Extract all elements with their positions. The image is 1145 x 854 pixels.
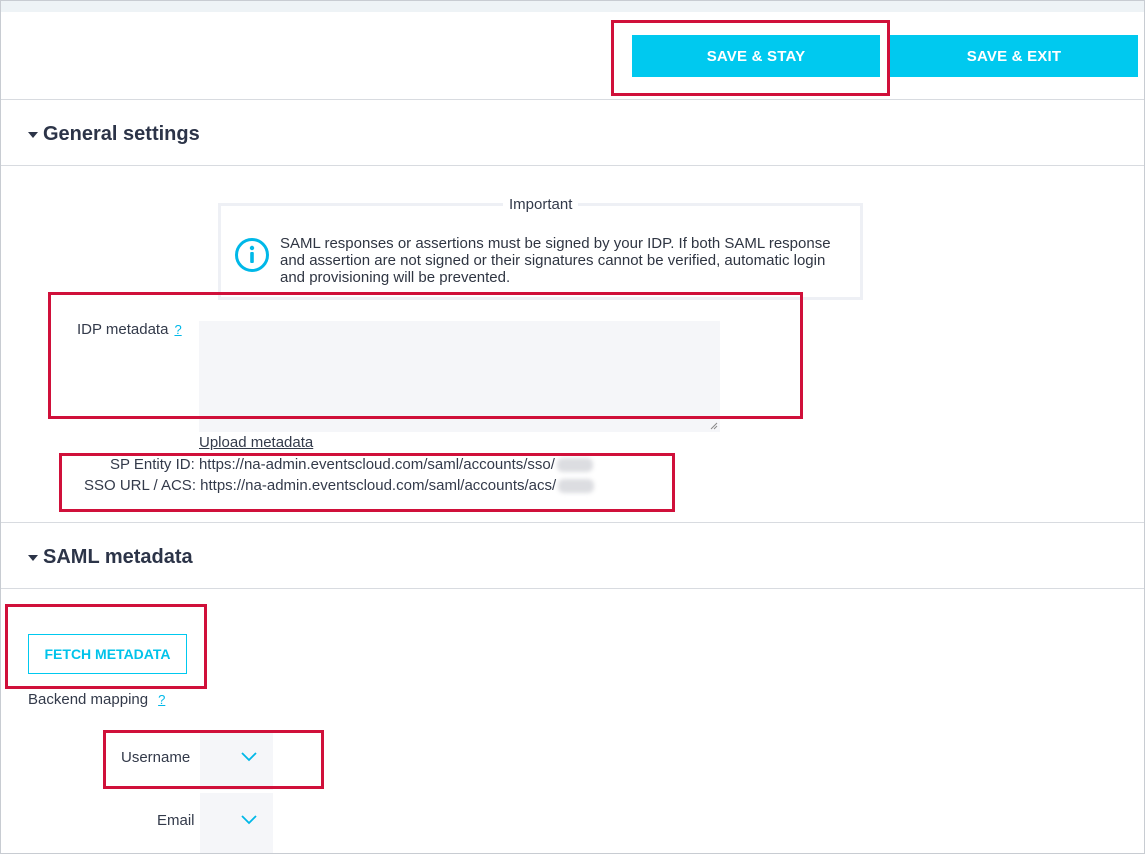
caret-down-icon	[28, 554, 38, 561]
upload-metadata-link[interactable]: Upload metadata	[199, 434, 313, 451]
redacted-id	[556, 458, 593, 473]
sp-entity-row: SP Entity ID: https://na-admin.eventsclo…	[110, 456, 593, 473]
help-icon[interactable]: ?	[174, 322, 181, 337]
divider	[1, 165, 1144, 166]
idp-metadata-label-text: IDP metadata	[77, 321, 169, 338]
save-stay-button[interactable]: SAVE & STAY	[632, 35, 880, 77]
sp-entity-label: SP Entity ID:	[110, 456, 195, 473]
general-settings-title: General settings	[43, 123, 200, 145]
sso-url-row: SSO URL / ACS: https://na-admin.eventscl…	[84, 477, 595, 494]
redacted-id	[558, 479, 595, 494]
caret-down-icon	[28, 131, 38, 138]
important-text: SAML responses or assertions must be sig…	[280, 235, 831, 286]
idp-metadata-label: IDP metadata?	[77, 321, 182, 338]
info-icon	[235, 238, 269, 272]
divider	[1, 522, 1144, 523]
fetch-metadata-button[interactable]: FETCH METADATA	[28, 634, 187, 674]
email-select[interactable]	[200, 793, 273, 853]
username-select[interactable]	[200, 730, 273, 790]
chevron-down-icon	[241, 815, 257, 825]
email-label: Email	[157, 812, 195, 829]
save-exit-button[interactable]: SAVE & EXIT	[890, 35, 1138, 77]
sp-entity-url: https://na-admin.eventscloud.com/saml/ac…	[198, 456, 555, 473]
username-label: Username	[121, 749, 191, 766]
important-notice: Important SAML responses or assertions m…	[218, 196, 863, 300]
divider	[1, 99, 1144, 100]
top-strip	[1, 1, 1144, 12]
general-settings-header[interactable]: General settings	[28, 123, 200, 146]
backend-mapping-text: Backend mapping	[28, 691, 149, 708]
idp-metadata-textarea[interactable]	[199, 321, 720, 432]
saml-metadata-header[interactable]: SAML metadata	[28, 546, 193, 569]
sso-url-value: https://na-admin.eventscloud.com/saml/ac…	[200, 477, 557, 494]
saml-metadata-title: SAML metadata	[43, 546, 193, 568]
sso-url-label: SSO URL / ACS:	[84, 477, 196, 494]
important-title: Important	[503, 196, 579, 213]
resize-grip-icon[interactable]	[710, 422, 718, 430]
backend-mapping-label: Backend mapping?	[28, 691, 165, 708]
divider	[1, 588, 1144, 589]
chevron-down-icon	[241, 752, 257, 762]
help-icon[interactable]: ?	[158, 692, 165, 707]
